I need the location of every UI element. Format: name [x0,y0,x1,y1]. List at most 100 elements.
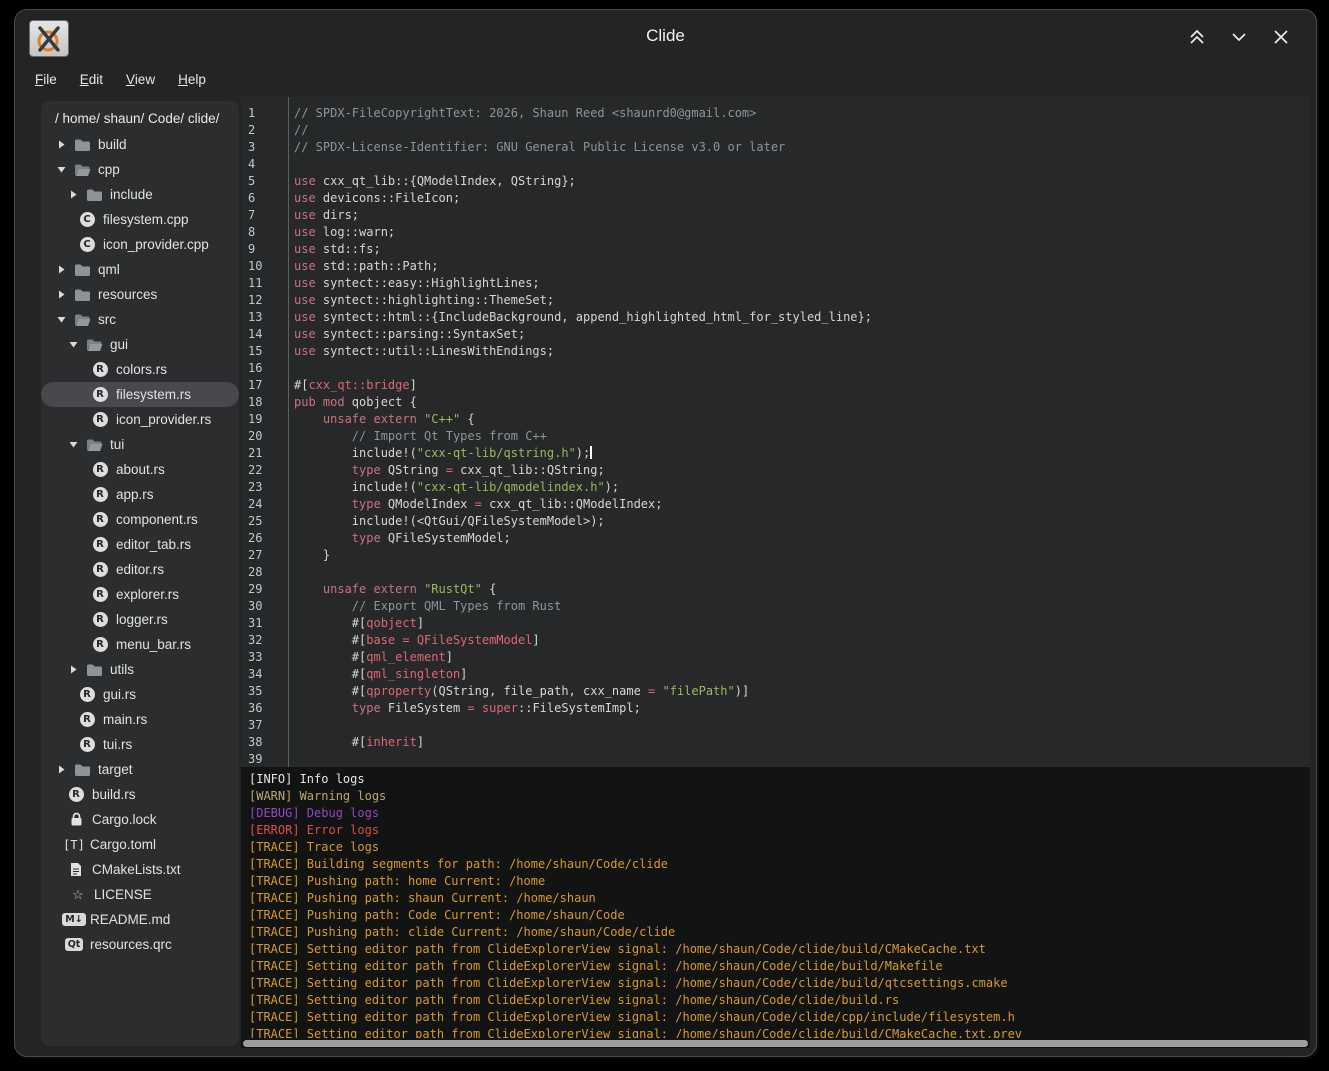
tree-item-qml[interactable]: qml [41,257,239,282]
code-line-4[interactable]: 4 [241,156,1310,173]
tree-item-logger-rs[interactable]: Rlogger.rs [41,607,239,632]
titlebar[interactable]: Clide [15,10,1316,62]
code-line-21[interactable]: 21 include!("cxx-qt-lib/qstring.h"); [241,445,1310,462]
code-line-37[interactable]: 37 [241,717,1310,734]
code-line-29[interactable]: 29 unsafe extern "RustQt" { [241,581,1310,598]
code-line-7[interactable]: 7use dirs; [241,207,1310,224]
code-line-30[interactable]: 30 // Export QML Types from Rust [241,598,1310,615]
tree-item-utils[interactable]: utils [41,657,239,682]
chevron-right-icon[interactable] [69,190,78,199]
tree-item-gui-rs[interactable]: Rgui.rs [41,682,239,707]
code-line-5[interactable]: 5use cxx_qt_lib::{QModelIndex, QString}; [241,173,1310,190]
menu-file[interactable]: File [28,68,64,91]
tree-item-editor-tab-rs[interactable]: Reditor_tab.rs [41,532,239,557]
code-line-36[interactable]: 36 type FileSystem = super::FileSystemIm… [241,700,1310,717]
tree-item-target[interactable]: target [41,757,239,782]
file-explorer[interactable]: / home/ shaun/ Code/ clide/ buildcppincl… [41,101,239,1046]
tree-item-build[interactable]: build [41,132,239,157]
chevron-right-icon[interactable] [57,140,66,149]
chevron-down-icon[interactable] [69,440,78,449]
log-line-trace: [TRACE] Pushing path: home Current: /hom… [249,873,1310,890]
tree-item-app-rs[interactable]: Rapp.rs [41,482,239,507]
code-line-12[interactable]: 12use syntect::highlighting::ThemeSet; [241,292,1310,309]
code-line-13[interactable]: 13use syntect::html::{IncludeBackground,… [241,309,1310,326]
tree-item-src[interactable]: src [41,307,239,332]
tree-item-explorer-rs[interactable]: Rexplorer.rs [41,582,239,607]
line-number: 14 [241,326,281,343]
code-line-27[interactable]: 27 } [241,547,1310,564]
code-line-35[interactable]: 35 #[qproperty(QString, file_path, cxx_n… [241,683,1310,700]
code-line-33[interactable]: 33 #[qml_element] [241,649,1310,666]
maximize-button[interactable] [1184,24,1210,50]
log-panel[interactable]: [INFO] Info logs[WARN] Warning logs[DEBU… [241,767,1310,1048]
code-line-18[interactable]: 18pub mod qobject { [241,394,1310,411]
menu-edit[interactable]: Edit [73,68,110,91]
code-line-8[interactable]: 8use log::warn; [241,224,1310,241]
window-controls [1184,24,1294,50]
code-line-25[interactable]: 25 include!(<QtGui/QFileSystemModel>); [241,513,1310,530]
tree-item-colors-rs[interactable]: Rcolors.rs [41,357,239,382]
tree-item-menu-bar-rs[interactable]: Rmenu_bar.rs [41,632,239,657]
chevron-down-icon[interactable] [69,340,78,349]
code-line-31[interactable]: 31 #[qobject] [241,615,1310,632]
tree-item-component-rs[interactable]: Rcomponent.rs [41,507,239,532]
close-button[interactable] [1268,24,1294,50]
minimize-button[interactable] [1226,24,1252,50]
code-line-38[interactable]: 38 #[inherit] [241,734,1310,751]
tree-item-cpp[interactable]: cpp [41,157,239,182]
code-line-32[interactable]: 32 #[base = QFileSystemModel] [241,632,1310,649]
tree-item-icon-provider-cpp[interactable]: Cicon_provider.cpp [41,232,239,257]
log-line-trace: [TRACE] Pushing path: clide Current: /ho… [249,924,1310,941]
code-editor[interactable]: 1// SPDX-FileCopyrightText: 2026, Shaun … [241,97,1310,767]
code-line-17[interactable]: 17#[cxx_qt::bridge] [241,377,1310,394]
code-line-22[interactable]: 22 type QString = cxx_qt_lib::QString; [241,462,1310,479]
tree-item-filesystem-cpp[interactable]: Cfilesystem.cpp [41,207,239,232]
tree-item-label: icon_provider.rs [116,412,211,427]
tree-item-build-rs[interactable]: Rbuild.rs [41,782,239,807]
tree-item-filesystem-rs[interactable]: Rfilesystem.rs [41,382,239,407]
menu-help[interactable]: Help [171,68,213,91]
chevron-right-icon[interactable] [69,665,78,674]
code-line-11[interactable]: 11use syntect::easy::HighlightLines; [241,275,1310,292]
chevron-right-icon[interactable] [57,265,66,274]
tree-item-main-rs[interactable]: Rmain.rs [41,707,239,732]
code-line-2[interactable]: 2// [241,122,1310,139]
tree-item-editor-rs[interactable]: Reditor.rs [41,557,239,582]
code-line-24[interactable]: 24 type QModelIndex = cxx_qt_lib::QModel… [241,496,1310,513]
code-line-26[interactable]: 26 type QFileSystemModel; [241,530,1310,547]
tree-item-tui[interactable]: tui [41,432,239,457]
horizontal-scrollbar[interactable] [243,1040,1308,1047]
tree-item-include[interactable]: include [41,182,239,207]
code-line-19[interactable]: 19 unsafe extern "C++" { [241,411,1310,428]
code-line-23[interactable]: 23 include!("cxx-qt-lib/qmodelindex.h"); [241,479,1310,496]
tree-item-gui[interactable]: gui [41,332,239,357]
tree-item-tui-rs[interactable]: Rtui.rs [41,732,239,757]
code-line-15[interactable]: 15use syntect::util::LinesWithEndings; [241,343,1310,360]
tree-item-about-rs[interactable]: Rabout.rs [41,457,239,482]
chevron-right-icon[interactable] [57,765,66,774]
tree-item-cargo-toml[interactable]: [T]Cargo.toml [41,832,239,857]
tree-item-resources-qrc[interactable]: Qtresources.qrc [41,932,239,957]
tree-item-cargo-lock[interactable]: Cargo.lock [41,807,239,832]
code-line-28[interactable]: 28 [241,564,1310,581]
code-line-39[interactable]: 39 [241,751,1310,767]
chevron-down-icon[interactable] [57,315,66,324]
code-line-20[interactable]: 20 // Import Qt Types from C++ [241,428,1310,445]
tree-item-readme-md[interactable]: M↓README.md [41,907,239,932]
code-line-9[interactable]: 9use std::fs; [241,241,1310,258]
tree-item-icon-provider-rs[interactable]: Ricon_provider.rs [41,407,239,432]
menu-view[interactable]: View [119,68,162,91]
tree-item-cmakelists-txt[interactable]: CMakeLists.txt [41,857,239,882]
folder-closed-icon [74,763,91,777]
code-line-3[interactable]: 3// SPDX-License-Identifier: GNU General… [241,139,1310,156]
chevron-down-icon[interactable] [57,165,66,174]
code-line-10[interactable]: 10use std::path::Path; [241,258,1310,275]
chevron-right-icon[interactable] [57,290,66,299]
tree-item-license[interactable]: ☆LICENSE [41,882,239,907]
code-line-6[interactable]: 6use devicons::FileIcon; [241,190,1310,207]
code-line-14[interactable]: 14use syntect::parsing::SyntaxSet; [241,326,1310,343]
code-line-16[interactable]: 16 [241,360,1310,377]
code-line-34[interactable]: 34 #[qml_singleton] [241,666,1310,683]
tree-item-resources[interactable]: resources [41,282,239,307]
code-line-1[interactable]: 1// SPDX-FileCopyrightText: 2026, Shaun … [241,105,1310,122]
